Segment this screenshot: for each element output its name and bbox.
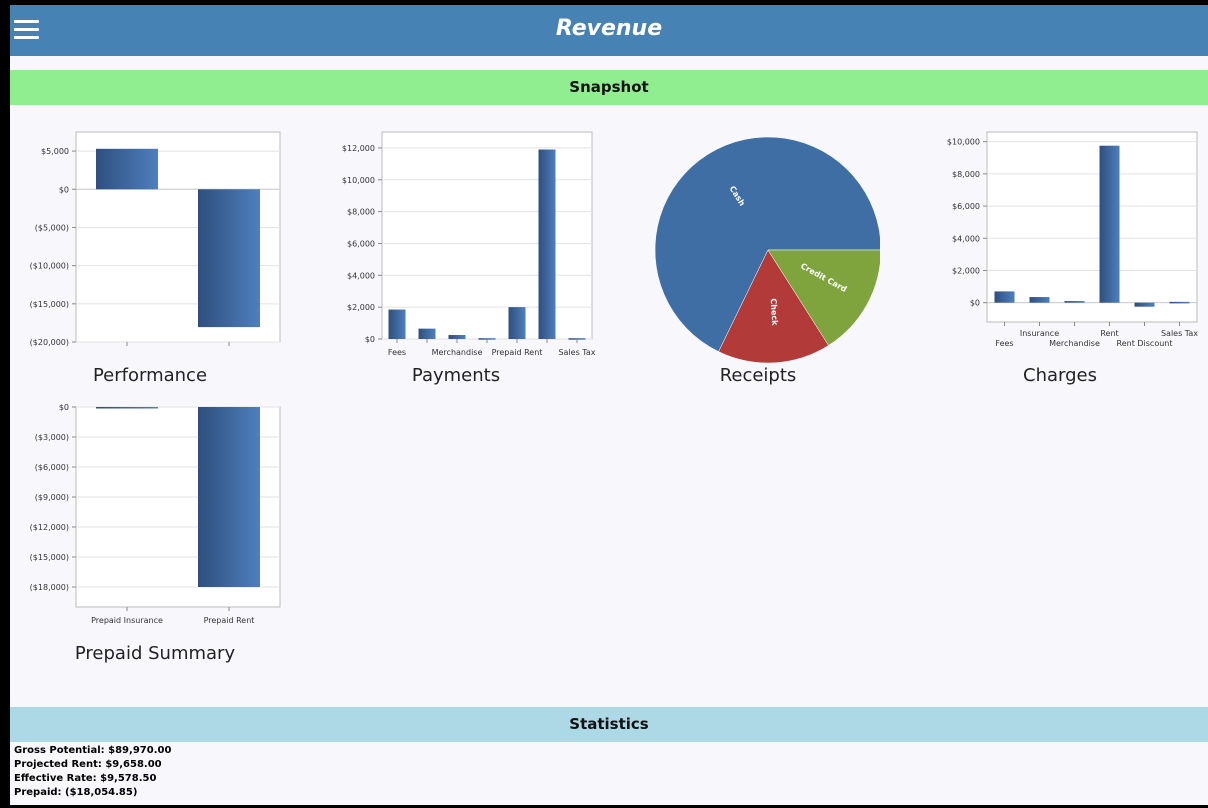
app-frame: Revenue Snapshot $5,000 $0 ($5,000) ($10,00… (10, 5, 1208, 805)
performance-chart[interactable]: $5,000 $0 ($5,000) ($10,000) ($15,000) ($20,0… (10, 127, 290, 347)
y-tick-label: $6,000 (952, 202, 980, 211)
y-tick-label: ($15,000) (30, 300, 69, 309)
stat-effective-rate: Effective Rate: $9,578.50 (14, 773, 157, 784)
y-tick-label: $10,000 (947, 138, 980, 147)
x-tick-label: Prepaid Rent (492, 348, 543, 357)
bar-aging (96, 148, 158, 190)
x-tick-label: Fees (995, 339, 1013, 348)
bar-prepaid (198, 189, 260, 328)
y-tick-label: ($9,000) (35, 493, 69, 502)
snapshot-section-header: Snapshot (10, 70, 1208, 105)
statistics-section-header: Statistics (10, 707, 1208, 742)
x-tick-label: Fees (388, 348, 406, 357)
bar-insurance (1029, 297, 1050, 303)
x-tick-label: Rent (1100, 329, 1118, 338)
y-tick-label: $8,000 (952, 170, 980, 179)
receipts-chart-title: Receipts (719, 365, 797, 386)
payments-chart-title: Payments (411, 365, 501, 386)
x-tick-label: Prepaid Rent (204, 616, 255, 625)
x-tick-label: Rent Discount (1117, 339, 1173, 348)
y-tick-label: $0 (970, 299, 980, 308)
bar-rent-discount (1134, 302, 1155, 307)
statistics-list: Gross Potential: $89,970.00 Projected Re… (14, 744, 171, 800)
y-tick-label: ($6,000) (35, 463, 69, 472)
bar-rent (1099, 145, 1120, 303)
bar-sales-tax (1169, 301, 1190, 304)
bar-merchandise (1064, 301, 1085, 303)
bar-prepaid-rent (198, 407, 260, 587)
x-tick-label: Prepaid Insurance (91, 616, 163, 625)
y-tick-label: ($3,000) (35, 433, 69, 442)
top-bar: Revenue (10, 5, 1208, 56)
y-tick-label: ($5,000) (35, 223, 69, 232)
y-tick-label: $5,000 (41, 147, 69, 156)
prepaid-summary-chart-title: Prepaid Summary (74, 643, 236, 664)
x-tick-label: Merchandise (432, 348, 483, 357)
y-tick-label: ($10,000) (30, 262, 69, 271)
y-tick-label: ($18,000) (30, 583, 69, 592)
y-tick-label: ($12,000) (30, 523, 69, 532)
y-tick-label: $8,000 (347, 208, 375, 217)
bar-merchandise (448, 335, 466, 339)
y-tick-label: ($20,000) (30, 338, 69, 347)
stat-gross-potential: Gross Potential: $89,970.00 (14, 745, 172, 756)
y-tick-label: ($15,000) (30, 553, 69, 562)
plot-area (986, 131, 1198, 323)
stat-prepaid: Prepaid: ($18,054.85) (14, 787, 138, 798)
pie-label-check: Check (769, 298, 780, 326)
y-tick-label: $6,000 (347, 239, 375, 248)
y-tick-label: $4,000 (952, 234, 980, 243)
receipts-chart[interactable]: CashCheckCredit Card (640, 127, 880, 367)
x-tick-label: Insurance (1020, 329, 1059, 338)
x-tick-label: Merchandise (1049, 339, 1100, 348)
prepaid-summary-chart[interactable]: $0 ($3,000) ($6,000) ($9,000) ($12,000) ($15,… (10, 402, 290, 642)
charges-chart[interactable]: $0 $2,000 $4,000 $6,000 $8,000 $10,000 Fees Ins… (910, 127, 1200, 367)
bar-prepaid-insurance (96, 407, 158, 409)
y-tick-label: $12,000 (342, 144, 375, 153)
stat-projected-rent: Projected Rent: $9,658.00 (14, 759, 162, 770)
charges-chart-title: Charges (1023, 365, 1097, 386)
bar-prepaid-rent (508, 307, 526, 339)
bar-item-1 (418, 328, 436, 339)
y-tick-label: $0 (365, 335, 375, 344)
y-tick-label: $2,000 (347, 303, 375, 312)
y-tick-label: $10,000 (342, 176, 375, 185)
y-tick-label: $0 (59, 403, 69, 412)
x-tick-label: Sales Tax (1161, 329, 1198, 338)
y-tick-label: $2,000 (952, 266, 980, 275)
bar-item-5 (538, 149, 556, 339)
page-title: Revenue (555, 16, 663, 41)
performance-chart-title: Performance (92, 365, 208, 386)
payments-chart[interactable]: $0 $2,000 $4,000 $6,000 $8,000 $10,000 $12,000… (310, 127, 600, 367)
bar-fees (388, 309, 406, 339)
y-tick-label: $0 (59, 185, 69, 194)
x-tick-label: Sales Tax (558, 348, 595, 357)
plot-area (381, 131, 593, 340)
y-tick-label: $4,000 (347, 271, 375, 280)
bar-fees (994, 291, 1015, 303)
